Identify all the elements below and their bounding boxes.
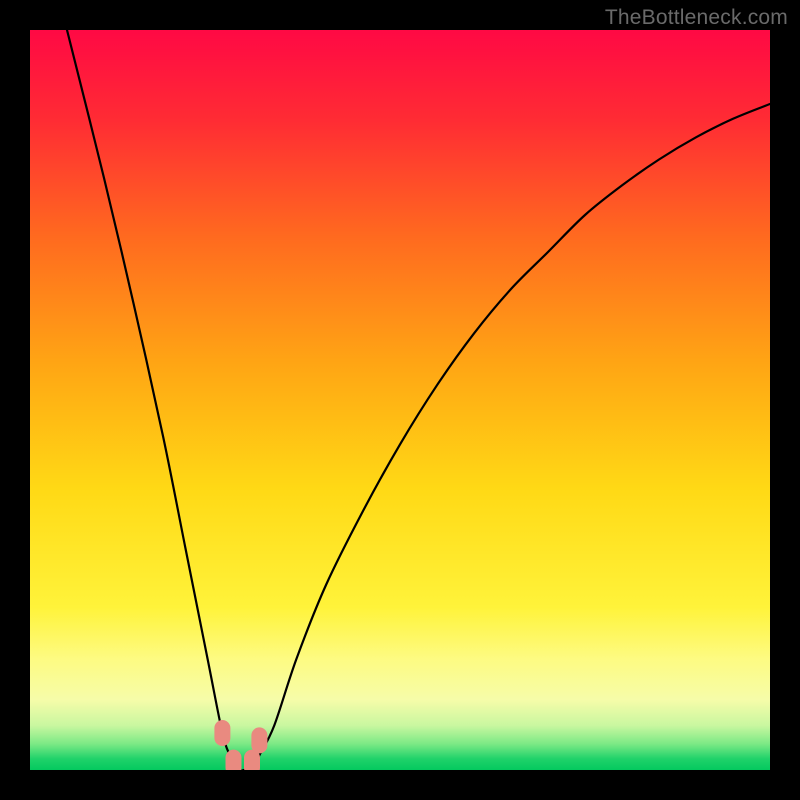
pill-left-upper <box>214 720 230 746</box>
plot-area <box>30 30 770 770</box>
pill-right-lower <box>244 750 260 770</box>
gradient-background <box>30 30 770 770</box>
pill-right-upper <box>251 727 267 753</box>
bottleneck-chart <box>30 30 770 770</box>
chart-frame: TheBottleneck.com <box>0 0 800 800</box>
pill-left-lower <box>226 750 242 770</box>
watermark-text: TheBottleneck.com <box>605 6 788 30</box>
